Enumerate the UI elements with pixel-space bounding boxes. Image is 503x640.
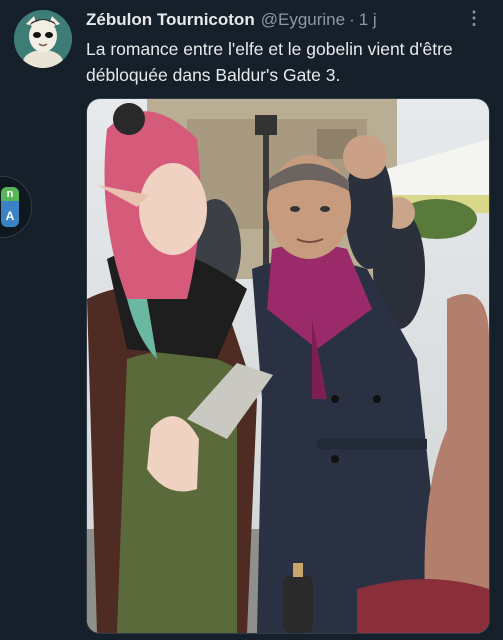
author-avatar[interactable]	[14, 10, 72, 68]
tweet[interactable]: n A Zébulon Tournicoton @Eygurine · 1 j …	[0, 0, 503, 640]
author-name[interactable]: Zébulon Tournicoton	[86, 10, 255, 30]
tweet-photo[interactable]	[86, 98, 490, 634]
tweet-header: Zébulon Tournicoton @Eygurine · 1 j	[86, 8, 486, 32]
translate-icon: n A	[1, 187, 19, 227]
author-handle[interactable]: @Eygurine	[261, 10, 345, 30]
photo-scene	[87, 99, 489, 633]
tweet-timestamp[interactable]: 1 j	[359, 10, 377, 30]
tweet-text: La romance entre l'elfe et le gobelin vi…	[86, 39, 453, 85]
more-dots-icon[interactable]: ⋮	[462, 8, 486, 32]
separator-dot: ·	[349, 10, 355, 29]
avatar-illustration	[14, 10, 72, 68]
side-app-badge[interactable]: n A	[0, 176, 32, 238]
